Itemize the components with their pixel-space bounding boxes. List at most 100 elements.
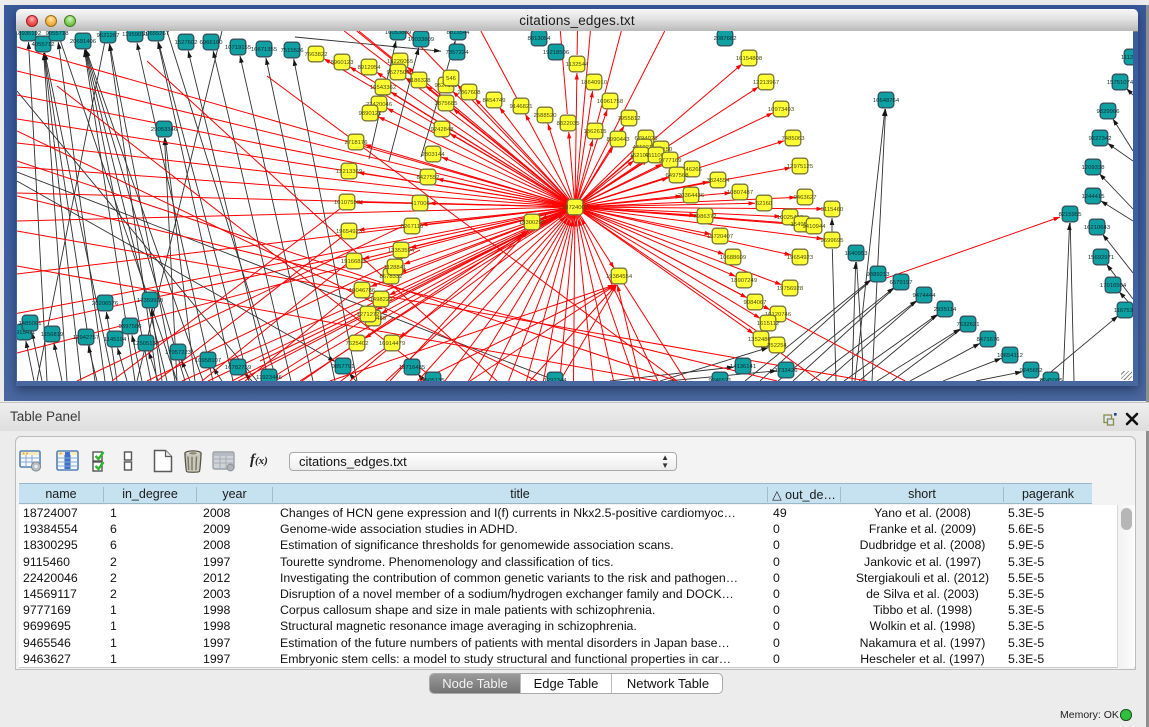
svg-text:10654112: 10654112 [997,353,1023,359]
svg-text:10719155: 10719155 [225,45,252,51]
svg-text:1498222: 1498222 [370,297,393,303]
svg-text:9474444: 9474444 [913,293,937,299]
svg-text:8813054: 8813054 [528,36,552,42]
svg-text:16210643: 16210643 [1084,225,1111,231]
svg-text:10107553: 10107553 [334,200,361,206]
svg-text:7986372: 7986372 [694,214,717,220]
svg-text:9227342: 9227342 [1089,136,1112,142]
svg-text:7955812: 7955812 [618,116,641,122]
svg-text:9055718: 9055718 [46,31,70,37]
svg-text:9245652: 9245652 [1020,368,1043,374]
svg-text:1640953: 1640953 [845,251,869,257]
svg-text:9246521: 9246521 [709,378,732,381]
svg-text:15692971: 15692971 [1088,255,1114,261]
svg-text:7663822: 7663822 [305,52,328,58]
svg-text:10046786: 10046786 [349,288,376,294]
svg-text:1128841: 1128841 [384,265,407,271]
svg-text:19654923: 19654923 [787,255,814,261]
svg-text:16671355: 16671355 [251,47,278,53]
svg-text:8471676: 8471676 [977,337,1001,343]
svg-text:9410944: 9410944 [803,224,827,230]
svg-text:8960123: 8960123 [331,60,355,66]
svg-text:20364436: 20364436 [678,193,705,199]
svg-text:9777169: 9777169 [659,158,682,164]
svg-text:15751074: 15751074 [1107,80,1133,86]
svg-text:1209338: 1209338 [1082,165,1106,171]
svg-text:18907249: 18907249 [731,278,757,284]
svg-text:16543362: 16543362 [370,85,396,91]
svg-text:7485063: 7485063 [782,136,806,142]
svg-text:12942757: 12942757 [73,335,99,341]
svg-text:17957223: 17957223 [165,350,192,356]
svg-text:12975125: 12975125 [787,164,814,170]
svg-text:18300295: 18300295 [519,220,546,226]
svg-text:9527506: 9527506 [387,70,411,76]
svg-text:10807487: 10807487 [727,190,753,196]
svg-text:19654923: 19654923 [336,229,363,235]
svg-text:9242848: 9242848 [431,127,455,133]
svg-text:9146821: 9146821 [510,104,533,110]
svg-text:2588520: 2588520 [534,113,558,119]
svg-text:16961758: 16961758 [597,99,624,105]
svg-text:62160: 62160 [756,201,773,207]
svg-text:8990443: 8990443 [607,137,631,143]
svg-text:417006: 417006 [410,201,430,207]
svg-text:8186328: 8186328 [408,78,432,84]
svg-text:16154808: 16154808 [736,56,763,62]
svg-text:4055712: 4055712 [32,42,55,48]
svg-text:8267110: 8267110 [401,224,424,230]
svg-text:546: 546 [446,76,457,82]
svg-text:1156819: 1156819 [41,332,64,338]
svg-text:29053346: 29053346 [151,127,178,133]
svg-text:13353594: 13353594 [388,248,415,254]
svg-text:19218506: 19218506 [543,50,570,56]
svg-text:9329966: 9329966 [1097,109,1121,115]
svg-text:7515526: 7515526 [281,48,305,54]
svg-text:9245065: 9245065 [1040,378,1064,381]
svg-text:6579197: 6579197 [890,280,913,286]
svg-text:8813544: 8813544 [447,31,471,36]
svg-text:9521267: 9521267 [97,33,120,39]
svg-text:1167533: 1167533 [1114,308,1133,314]
svg-text:16053809: 16053809 [385,31,411,36]
svg-text:16033809: 16033809 [408,37,434,43]
svg-text:1112890: 1112890 [1121,55,1133,61]
svg-text:9084067: 9084067 [744,300,767,306]
svg-text:7357224: 7357224 [446,50,470,56]
svg-text:2087682: 2087682 [714,36,737,42]
svg-text:252254: 252254 [767,343,787,349]
svg-text:16782759: 16782759 [225,365,251,371]
svg-text:9397586: 9397586 [119,324,143,330]
svg-text:1271272: 1271272 [357,312,380,318]
svg-text:1527602: 1527602 [175,40,198,46]
svg-text:12213369: 12213369 [336,169,362,175]
svg-text:7625402: 7625402 [346,341,369,347]
svg-text:2718176: 2718176 [345,140,369,146]
svg-text:1132544: 1132544 [566,62,589,68]
svg-text:1244415: 1244415 [1082,194,1106,200]
svg-text:19166825: 19166825 [341,259,368,265]
svg-text:9890121: 9890121 [359,111,382,117]
svg-text:9115460: 9115460 [821,207,844,213]
svg-text:1733426: 1733426 [775,368,799,374]
svg-text:17016504: 17016504 [1100,283,1127,289]
svg-text:8822035: 8822035 [557,121,581,127]
svg-text:3875685: 3875685 [435,101,459,107]
svg-text:8427552: 8427552 [417,175,440,181]
svg-text:6497568: 6497568 [666,173,690,179]
svg-text:17359928: 17359928 [137,298,164,304]
svg-text:20691406: 20691406 [70,39,97,45]
svg-text:19384554: 19384554 [606,274,633,280]
svg-text:1615112: 1615112 [757,321,780,327]
svg-text:12213967: 12213967 [753,80,779,86]
svg-text:10973493: 10973493 [768,107,795,113]
svg-text:19756928: 19756928 [777,286,804,292]
svg-text:18640910: 18640910 [581,80,608,86]
svg-text:11923446: 11923446 [256,375,282,381]
svg-text:20206576: 20206576 [92,301,119,307]
svg-text:1145194: 1145194 [104,337,127,343]
svg-text:16914479: 16914479 [379,341,405,347]
svg-text:10655267: 10655267 [143,31,169,37]
svg-text:8454749: 8454749 [483,98,506,104]
svg-text:16648764: 16648764 [873,98,900,104]
